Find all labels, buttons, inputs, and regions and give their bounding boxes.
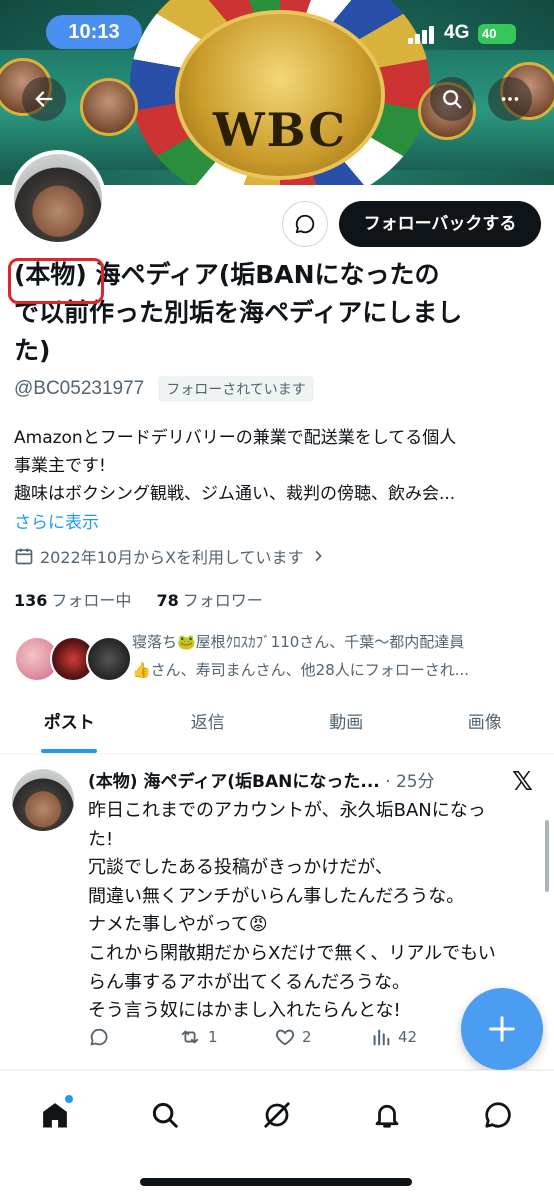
followed-by-text: 寝落ち🐸屋根ｸﾛｽｶﾌﾞ110さん、千葉〜都内配達員 👍さん、寿司まんさん、他2…	[132, 628, 544, 684]
nav-notifications[interactable]	[367, 1095, 407, 1135]
tab-images[interactable]: 画像	[416, 700, 554, 753]
tab-replies[interactable]: 返信	[139, 700, 278, 753]
messages-icon	[485, 1102, 511, 1128]
bio-line: Amazonとフードデリバリーの兼業で配送業をしてる個人	[14, 428, 457, 448]
home-icon	[43, 1103, 67, 1128]
tweet-text: 昨日これまでのアカウントが、永久垢BANになっ た! 冗談でしたある投稿がきっか…	[88, 797, 544, 1026]
battery-icon: 40	[478, 24, 516, 44]
repost-icon	[181, 1030, 199, 1044]
bio-line: 事業主です!	[14, 456, 106, 476]
follow-counts: 136 フォロー中 78 フォロワー	[14, 587, 263, 611]
search-icon	[152, 1102, 178, 1128]
tweet-line: 昨日これまでのアカウントが、永久垢BANになっ	[88, 800, 486, 821]
followers-link[interactable]: 78 フォロワー	[157, 591, 263, 610]
like-button[interactable]: 2	[274, 1026, 370, 1048]
views-button[interactable]: 42	[370, 1026, 417, 1048]
notifications-icon	[375, 1104, 399, 1128]
repost-button[interactable]: 1	[178, 1026, 274, 1048]
chevron-right-icon	[314, 550, 322, 562]
profile-avatar[interactable]	[10, 150, 106, 246]
belt-logo-text: WBC	[212, 103, 347, 157]
follower-avatar	[86, 636, 132, 682]
views-count: 42	[398, 1028, 418, 1046]
tweet-line: 間違い無くアンチがいらん事したんだろうな。	[88, 885, 465, 907]
tweet-line: 冗談でしたある投稿がきっかけだが、	[88, 857, 393, 879]
tab-posts[interactable]: ポスト	[0, 700, 139, 753]
network-type: 4G	[444, 22, 470, 43]
following-label: フォロー中	[51, 591, 132, 610]
tweet-line: た!	[88, 828, 114, 850]
tweet-line: これから閑散期だからXだけで無く、リアルでもい	[88, 942, 496, 964]
belt-portrait	[80, 78, 138, 136]
profile-name-line: た)	[14, 336, 51, 365]
profile-handle: @BC05231977	[14, 378, 145, 399]
handle-row: @BC05231977 フォローされています	[14, 376, 314, 402]
heart-icon	[275, 1029, 295, 1046]
views-chart-icon	[373, 1029, 390, 1046]
following-link[interactable]: 136 フォロー中	[14, 591, 131, 610]
tab-videos[interactable]: 動画	[277, 700, 416, 753]
tweet-line: ナメた事しやがって😡	[88, 914, 268, 936]
more-dots-icon	[501, 97, 519, 101]
x-logo-icon: 𝕏	[512, 767, 533, 797]
followed-by-line: 👍さん、寿司まんさん、他28人にフォローされ...	[132, 661, 470, 679]
bio-line: 趣味はボクシング観戦、ジム通い、裁判の傍聴、飲み会...	[14, 484, 456, 504]
joined-date-row[interactable]: 2022年10月からXを利用しています	[14, 544, 326, 568]
search-icon	[443, 90, 462, 109]
tweet-author-name[interactable]: (本物) 海ペディア(垢BANになった...	[88, 772, 380, 792]
tweet-header: (本物) 海ペディア(垢BANになった... · 25分	[88, 767, 508, 792]
status-bar: 10:13 4G 40	[0, 0, 554, 62]
home-indicator	[140, 1178, 412, 1186]
following-count: 136	[14, 591, 48, 610]
plus-icon	[489, 1016, 515, 1042]
status-time: 10:13	[46, 15, 142, 49]
notification-dot	[65, 1095, 73, 1103]
followers-label: フォロワー	[182, 591, 263, 610]
repost-count: 1	[208, 1028, 218, 1046]
reply-button[interactable]	[88, 1026, 178, 1048]
grok-icon	[264, 1102, 290, 1128]
chat-bubble-icon	[295, 214, 315, 234]
tweet-timestamp: · 25分	[385, 772, 435, 792]
calendar-icon	[15, 548, 33, 565]
tweet-line: らん事するアホが出てくるんだろうな。	[88, 971, 411, 993]
follow-back-button[interactable]: フォローバックする	[339, 201, 541, 247]
profile-bio: Amazonとフードデリバリーの兼業で配送業をしてる個人 事業主です! 趣味はボ…	[14, 424, 544, 508]
nav-grok[interactable]	[257, 1095, 297, 1135]
battery-level: 40	[482, 26, 497, 41]
followed-by-row[interactable]: 寝落ち🐸屋根ｸﾛｽｶﾌﾞ110さん、千葉〜都内配達員 👍さん、寿司まんさん、他2…	[14, 628, 544, 688]
signal-icon	[408, 24, 436, 44]
nav-home[interactable]	[35, 1095, 75, 1135]
red-annotation-box	[8, 258, 104, 304]
tweet-actions: 1 2 42	[88, 1023, 448, 1051]
back-button[interactable]	[22, 77, 66, 121]
search-button[interactable]	[430, 77, 474, 121]
tweet-author-avatar[interactable]	[12, 769, 74, 831]
show-more-link[interactable]: さらに表示	[14, 508, 99, 533]
nav-search[interactable]	[145, 1095, 185, 1135]
reply-icon	[90, 1028, 108, 1046]
joined-date: 2022年10月からXを利用しています	[40, 548, 304, 567]
followed-by-line: 寝落ち🐸屋根ｸﾛｽｶﾌﾞ110さん、千葉〜都内配達員	[132, 633, 465, 651]
message-button[interactable]	[282, 201, 328, 247]
nav-messages[interactable]	[478, 1095, 518, 1135]
more-options-button[interactable]	[488, 77, 532, 121]
follows-you-badge: フォローされています	[158, 376, 314, 402]
scrollbar[interactable]	[545, 820, 549, 892]
compose-post-button[interactable]	[461, 988, 543, 1070]
profile-tabs: ポスト 返信 動画 画像	[0, 700, 554, 754]
like-count: 2	[302, 1028, 312, 1046]
back-arrow-icon	[35, 91, 53, 107]
followers-count: 78	[156, 591, 179, 610]
